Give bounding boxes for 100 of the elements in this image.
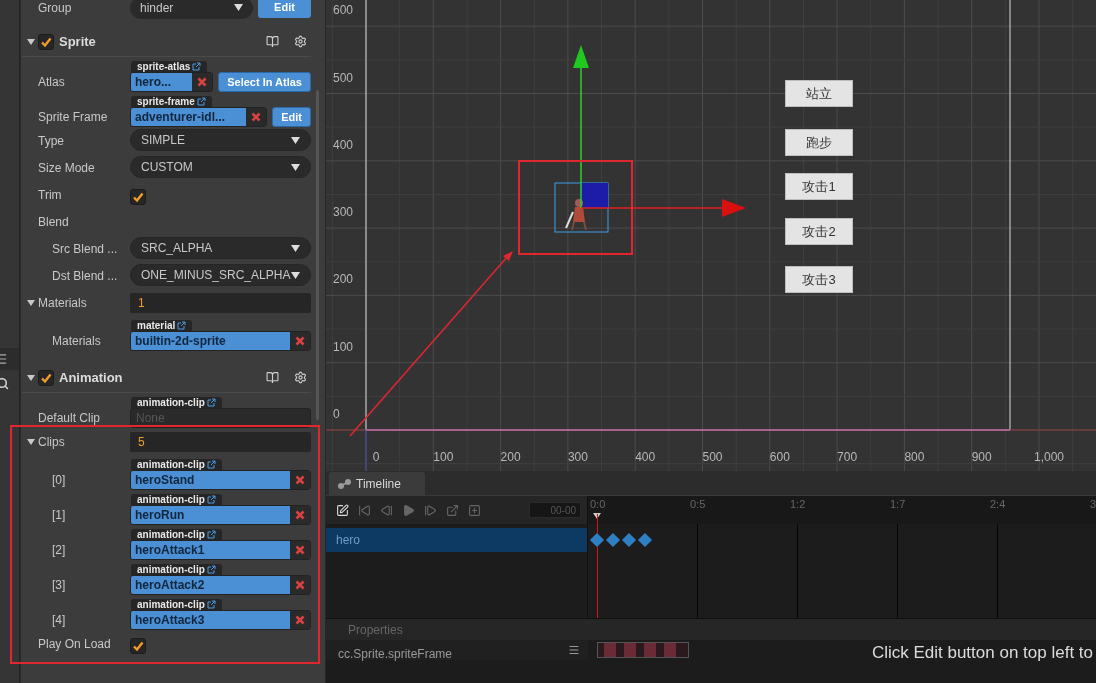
scene-button[interactable]: 跑步 (785, 129, 853, 156)
node-row[interactable]: hero (326, 528, 587, 552)
link-icon (192, 62, 202, 71)
select-field[interactable]: SRC_ALPHA (130, 237, 311, 259)
axis-label: 600 (769, 450, 790, 464)
timeline-tab[interactable]: Timeline (329, 472, 425, 495)
asset-field[interactable]: heroAttack2 (130, 575, 311, 595)
property-label: Trim (38, 187, 62, 204)
scene-button[interactable]: 站立 (785, 80, 853, 107)
remove-icon[interactable] (246, 108, 267, 126)
property-track-label[interactable]: cc.Sprite.spriteFrame (338, 645, 453, 663)
asset-field[interactable]: hero... (130, 72, 214, 92)
edit-button[interactable]: Edit (258, 0, 311, 18)
expand-arrow-icon[interactable] (27, 373, 35, 382)
select-field[interactable]: SIMPLE (130, 129, 311, 151)
step-forward-icon (424, 503, 437, 517)
axis-label: 200 (333, 272, 354, 287)
asset-type-tag: material (131, 320, 193, 331)
property-label: Size Mode (38, 160, 95, 177)
expand-arrow-icon[interactable] (27, 37, 35, 46)
remove-icon[interactable] (290, 506, 310, 524)
remove-icon[interactable] (290, 332, 310, 350)
axis-label: 1,000 (1034, 450, 1064, 464)
asset-action-button[interactable]: Edit (272, 107, 311, 127)
property-label: Dst Blend ... (52, 268, 118, 285)
remove-icon[interactable] (290, 576, 310, 594)
property-label: Atlas (38, 74, 65, 91)
count-field[interactable]: 1 (130, 293, 311, 313)
axis-label: 500 (702, 450, 723, 464)
link-icon (206, 565, 216, 574)
asset-field[interactable]: heroAttack3 (130, 610, 311, 630)
scene-button[interactable]: 攻击3 (785, 266, 853, 293)
remove-icon[interactable] (290, 611, 310, 629)
character-drawing (565, 199, 587, 231)
axis-label: 300 (333, 205, 354, 220)
axis-label: 0 (372, 450, 380, 464)
property-label: Group (37, 0, 73, 17)
scene-button[interactable]: 攻击1 (785, 173, 853, 200)
property-label: [0] (52, 472, 66, 489)
scene-view[interactable]: 600 500 400 300 200 100 0 0 100 200 300 400 500 600 700 800 900 1,000 站立 跑步 攻击1 攻击2 攻击3 (326, 0, 1096, 471)
settings-icon (294, 371, 307, 384)
property-label: Materials (52, 333, 101, 350)
select-field[interactable]: CUSTOM (130, 156, 311, 178)
checkbox[interactable] (130, 189, 146, 205)
link-icon (206, 460, 216, 469)
asset-value: builtin-2d-sprite (131, 332, 290, 350)
remove-icon[interactable] (290, 541, 310, 559)
select-field[interactable]: hinder (130, 0, 253, 19)
axis-label: 900 (971, 450, 992, 464)
edit-icon (336, 503, 349, 517)
asset-value: heroRun (131, 506, 290, 524)
asset-type-tag: sprite-atlas (131, 61, 208, 72)
property-label: Materials (38, 295, 87, 312)
property-label: Sprite Frame (38, 109, 108, 126)
step-back-icon (380, 503, 393, 517)
asset-type-tag: animation-clip (131, 494, 222, 505)
asset-field[interactable]: adventurer-idl... (130, 107, 268, 127)
ruler-label: 2:4 (990, 498, 1006, 510)
ruler-label: 0:0 (590, 498, 606, 510)
ruler-label: 1:7 (890, 498, 906, 510)
book-icon (266, 35, 279, 48)
asset-value: heroAttack1 (131, 541, 290, 559)
external-link-icon (446, 503, 459, 517)
axis-label: 100 (333, 339, 354, 354)
asset-field[interactable]: heroRun (130, 505, 311, 525)
checkbox[interactable] (38, 33, 54, 50)
asset-type-tag: animation-clip (131, 564, 222, 575)
axis-label: 600 (333, 3, 354, 18)
asset-type-tag: animation-clip (131, 529, 222, 540)
checkbox[interactable] (130, 638, 146, 654)
count-field[interactable]: 5 (130, 432, 311, 452)
link-icon (206, 600, 216, 609)
axis-label: 300 (567, 450, 588, 464)
asset-field[interactable]: heroStand (130, 470, 311, 490)
remove-icon[interactable] (192, 73, 213, 91)
asset-field[interactable]: heroAttack1 (130, 540, 311, 560)
axis-label: 700 (837, 450, 858, 464)
book-icon (266, 371, 279, 384)
add-icon (468, 503, 481, 517)
select-field[interactable]: ONE_MINUS_SRC_ALPHA (130, 264, 311, 286)
asset-type-tag: animation-clip (131, 459, 222, 470)
dropdown-arrow-icon (291, 244, 300, 252)
ruler-label: 0:5 (690, 498, 706, 510)
asset-value: heroAttack3 (131, 611, 290, 629)
asset-action-button[interactable]: Select In Atlas (218, 72, 311, 92)
expand-arrow-icon[interactable] (27, 438, 35, 446)
expand-arrow-icon[interactable] (27, 299, 35, 307)
checkbox[interactable] (38, 369, 54, 386)
property-label: Src Blend ... (52, 241, 118, 258)
search-icon (0, 376, 9, 390)
scene-button[interactable]: 攻击2 (785, 218, 853, 245)
axis-label: 500 (333, 70, 354, 85)
link-icon (196, 97, 206, 106)
link-icon (206, 530, 216, 539)
properties-header: Properties (348, 621, 403, 639)
remove-icon[interactable] (290, 471, 310, 489)
dropdown-arrow-icon (291, 163, 300, 171)
property-label: [3] (52, 577, 66, 594)
asset-field[interactable]: builtin-2d-sprite (130, 331, 311, 351)
axis-label: 800 (904, 450, 925, 464)
